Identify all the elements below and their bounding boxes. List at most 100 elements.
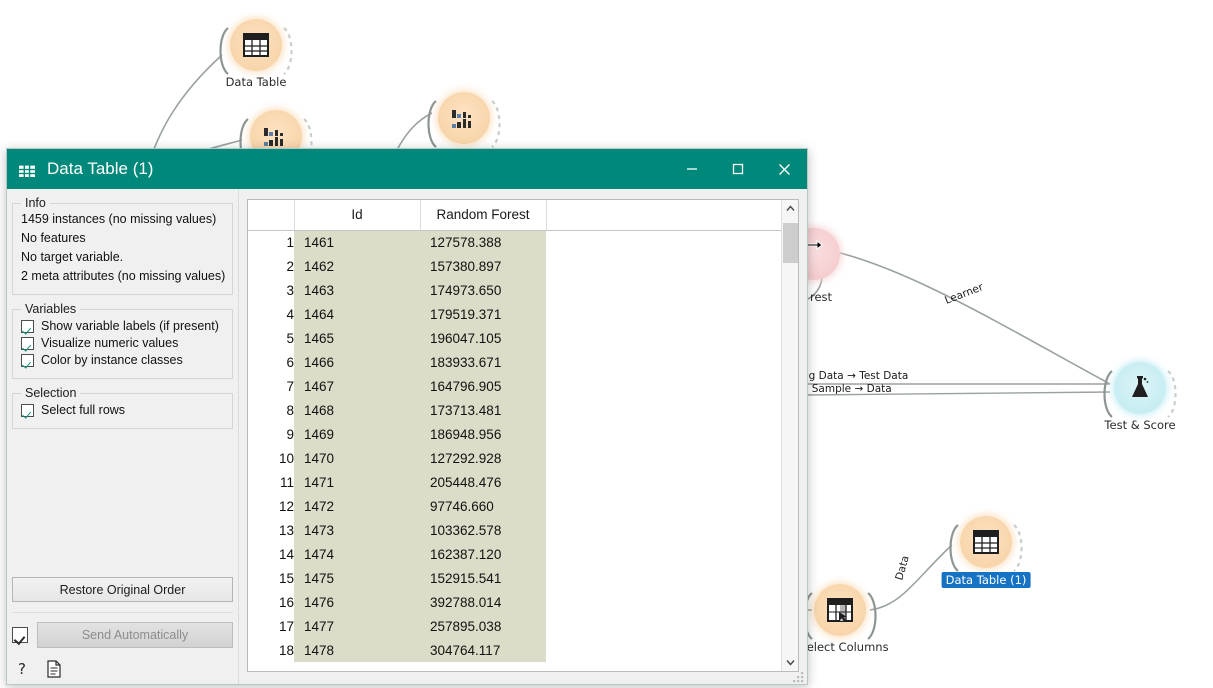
checkbox-box[interactable] [21,353,34,367]
table-cell-random-forest[interactable]: 179519.371 [420,302,546,326]
checkbox-show-variable-labels[interactable]: Show variable labels (if present) [21,319,224,333]
send-automatically-button[interactable]: Send Automatically [37,622,233,648]
resize-grip[interactable] [793,670,804,683]
table-cell-id[interactable]: 1463 [294,278,420,302]
table-cell-id[interactable]: 1476 [294,590,420,614]
report-icon[interactable] [46,660,62,678]
table-cell-id[interactable]: 1468 [294,398,420,422]
canvas-node-test-and-score[interactable]: Test & Score [1104,362,1176,432]
table-cell-id[interactable]: 1472 [294,494,420,518]
dialog-titlebar[interactable]: Data Table (1) [7,149,807,189]
table-row[interactable]: 8 1468 173713.481 [248,398,781,422]
table-cell-random-forest[interactable]: 173713.481 [420,398,546,422]
table-row[interactable]: 7 1467 164796.905 [248,374,781,398]
data-table-dialog[interactable]: Data Table (1) Info 1459 instances (no m… [6,148,808,685]
table-header-id[interactable]: Id [294,200,421,231]
table-cell-id[interactable]: 1473 [294,518,420,542]
table-cell-id[interactable]: 1461 [294,230,420,254]
table-row[interactable]: 3 1463 174973.650 [248,278,781,302]
table-cell-id[interactable]: 1464 [294,302,420,326]
table-cell-random-forest[interactable]: 164796.905 [420,374,546,398]
table-cell-filler [546,566,781,590]
checkbox-box[interactable] [21,336,34,350]
table-vertical-scrollbar[interactable] [781,200,798,671]
table-cell-id[interactable]: 1467 [294,374,420,398]
table-cell-random-forest[interactable]: 97746.660 [420,494,546,518]
canvas-node-label: Data Table [225,75,287,89]
table-row[interactable]: 14 1474 162387.120 [248,542,781,566]
help-icon[interactable]: ? [16,660,32,678]
table-cell-random-forest[interactable]: 196047.105 [420,326,546,350]
scrollbar-thumb[interactable] [782,223,798,263]
table-cell-random-forest[interactable]: 174973.650 [420,278,546,302]
table-cell-id[interactable]: 1465 [294,326,420,350]
table-cell-id[interactable]: 1462 [294,254,420,278]
table-cell-random-forest[interactable]: 103362.578 [420,518,546,542]
table-grid-icon [19,161,35,177]
table-header-rownum[interactable] [248,200,295,231]
scrollbar-track[interactable] [782,217,799,654]
table-cell-random-forest[interactable]: 183933.671 [420,350,546,374]
data-sample-link-label: a Sample → Data [802,383,892,395]
table-row[interactable]: 12 1472 97746.660 [248,494,781,518]
close-button[interactable] [761,149,807,189]
checkbox-label: Visualize numeric values [41,336,179,350]
table-cell-rownum: 16 [248,590,294,614]
scroll-up-button[interactable] [782,200,799,217]
maximize-button[interactable] [715,149,761,189]
canvas-node-select-columns[interactable]: Select Columns [799,584,889,654]
table-row[interactable]: 15 1475 152915.541 [248,566,781,590]
canvas-node-distributions-2[interactable] [438,92,490,144]
table-row[interactable]: 17 1477 257895.038 [248,614,781,638]
table-scroll-area[interactable]: Id Random Forest 1 1461 127578.388 2 1462 157… [248,200,781,671]
table-row[interactable]: 1 1461 127578.388 [248,230,781,254]
table-row[interactable]: 10 1470 127292.928 [248,446,781,470]
table-cell-random-forest[interactable]: 152915.541 [420,566,546,590]
table-row[interactable]: 5 1465 196047.105 [248,326,781,350]
scroll-down-button[interactable] [782,654,799,671]
table-cell-filler [546,350,781,374]
table-header-random-forest[interactable]: Random Forest [420,200,547,231]
table-cell-filler [546,470,781,494]
table-cell-id[interactable]: 1478 [294,638,420,662]
table-cell-random-forest[interactable]: 162387.120 [420,542,546,566]
table-cell-id[interactable]: 1471 [294,470,420,494]
data-table-view[interactable]: Id Random Forest 1 1461 127578.388 2 1462 157… [247,199,799,672]
canvas-node-data-table[interactable]: Data Table [226,19,286,89]
table-cell-random-forest[interactable]: 205448.476 [420,470,546,494]
table-cell-random-forest[interactable]: 186948.956 [420,422,546,446]
checkbox-color-by-instance-classes[interactable]: Color by instance classes [21,353,224,367]
table-cell-random-forest[interactable]: 127578.388 [420,230,546,254]
table-cell-random-forest[interactable]: 157380.897 [420,254,546,278]
table-cell-filler [546,230,781,254]
table-body[interactable]: 1 1461 127578.388 2 1462 157380.897 3 1463 17497… [248,230,781,662]
table-row[interactable]: 11 1471 205448.476 [248,470,781,494]
canvas-node-data-table-1[interactable]: Data Table (1) [941,516,1031,588]
table-cell-random-forest[interactable]: 127292.928 [420,446,546,470]
data-table[interactable]: Id Random Forest 1 1461 127578.388 2 1462 157… [248,200,781,662]
table-cell-id[interactable]: 1469 [294,422,420,446]
table-cell-id[interactable]: 1470 [294,446,420,470]
checkbox-select-full-rows[interactable]: Select full rows [21,403,224,417]
checkbox-box[interactable] [21,403,34,417]
dialog-title: Data Table (1) [47,159,154,178]
table-cell-id[interactable]: 1475 [294,566,420,590]
table-cell-id[interactable]: 1477 [294,614,420,638]
table-cell-random-forest[interactable]: 392788.014 [420,590,546,614]
table-cell-id[interactable]: 1466 [294,350,420,374]
checkbox-visualize-numeric-values[interactable]: Visualize numeric values [21,336,224,350]
table-cell-random-forest[interactable]: 257895.038 [420,614,546,638]
restore-original-order-button[interactable]: Restore Original Order [12,577,233,602]
checkbox-box[interactable] [21,319,34,333]
table-row[interactable]: 13 1473 103362.578 [248,518,781,542]
table-row[interactable]: 18 1478 304764.117 [248,638,781,662]
table-cell-id[interactable]: 1474 [294,542,420,566]
table-row[interactable]: 9 1469 186948.956 [248,422,781,446]
checkbox-send-automatically[interactable] [12,627,28,643]
table-row[interactable]: 6 1466 183933.671 [248,350,781,374]
minimize-button[interactable] [669,149,715,189]
table-row[interactable]: 2 1462 157380.897 [248,254,781,278]
table-row[interactable]: 4 1464 179519.371 [248,302,781,326]
table-row[interactable]: 16 1476 392788.014 [248,590,781,614]
table-cell-random-forest[interactable]: 304764.117 [420,638,546,662]
